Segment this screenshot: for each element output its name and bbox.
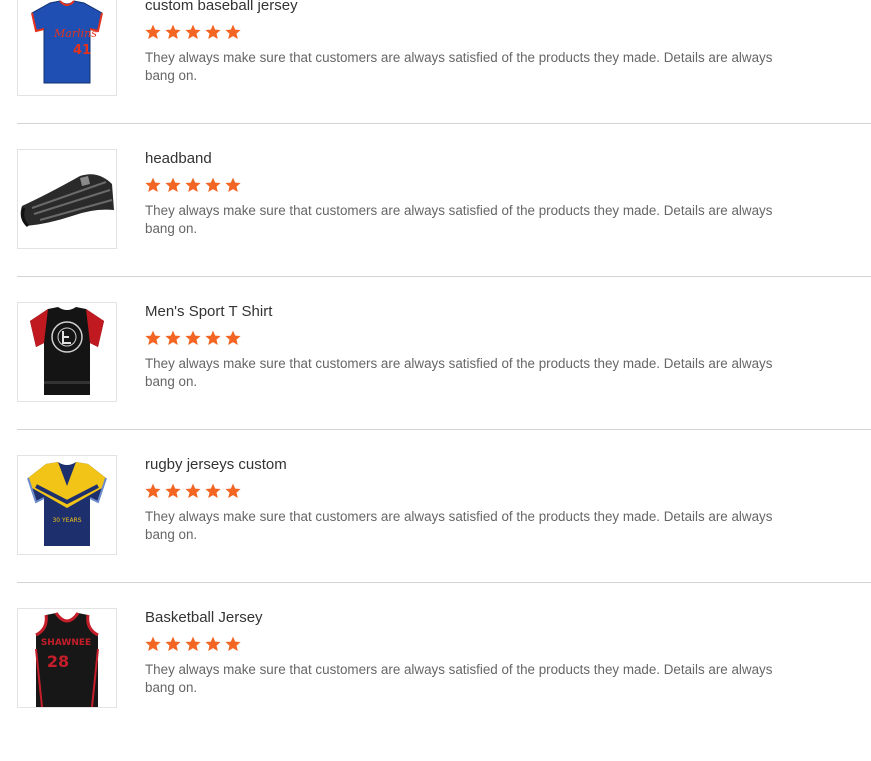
baseball-jersey-image[interactable]: Marlins 41 xyxy=(17,0,117,96)
star-icon xyxy=(145,24,161,39)
star-icon xyxy=(145,483,161,498)
review-item: headband They always make sure that cust… xyxy=(0,149,871,302)
jersey-script-text: Marlins xyxy=(53,27,97,40)
jersey-script-text: SHAWNEE xyxy=(41,638,91,648)
star-icon xyxy=(145,636,161,651)
star-icon xyxy=(145,177,161,192)
review-item: 30 YEARS rugby jerseys custom They alway… xyxy=(0,455,871,608)
star-rating xyxy=(145,330,245,348)
star-icon xyxy=(205,24,221,39)
jersey-number-text: 28 xyxy=(47,652,69,671)
star-icon xyxy=(145,330,161,345)
star-icon xyxy=(185,330,201,345)
product-name[interactable]: headband xyxy=(145,150,212,167)
product-name[interactable]: custom baseball jersey xyxy=(145,0,298,14)
star-icon xyxy=(165,330,181,345)
star-icon xyxy=(205,330,221,345)
star-icon xyxy=(165,24,181,39)
star-icon xyxy=(225,636,241,651)
star-icon xyxy=(165,636,181,651)
review-text: They always make sure that customers are… xyxy=(145,662,773,695)
star-icon xyxy=(185,177,201,192)
star-rating xyxy=(145,24,245,42)
star-icon xyxy=(185,636,201,651)
jersey-years-text: 30 YEARS xyxy=(52,517,81,524)
divider xyxy=(17,123,871,124)
divider xyxy=(17,582,871,583)
review-item: Marlins 41 custom baseball jersey They a… xyxy=(0,0,871,149)
divider xyxy=(17,276,871,277)
review-item: SHAWNEE 28 Basketball Jersey They always… xyxy=(0,608,871,761)
basketball-jersey-image[interactable]: SHAWNEE 28 xyxy=(17,608,117,708)
star-icon xyxy=(165,177,181,192)
star-icon xyxy=(225,330,241,345)
review-text: They always make sure that customers are… xyxy=(145,509,773,542)
star-icon xyxy=(185,24,201,39)
review-text: They always make sure that customers are… xyxy=(145,356,773,389)
product-name[interactable]: rugby jerseys custom xyxy=(145,456,287,473)
product-name[interactable]: Basketball Jersey xyxy=(145,609,263,626)
divider xyxy=(17,429,871,430)
rugby-jersey-image[interactable]: 30 YEARS xyxy=(17,455,117,555)
sport-t-shirt-image[interactable] xyxy=(17,302,117,402)
jersey-number-text: 41 xyxy=(73,43,91,58)
star-icon xyxy=(205,483,221,498)
review-item: Men's Sport T Shirt They always make sur… xyxy=(0,302,871,455)
review-text: They always make sure that customers are… xyxy=(145,50,773,83)
product-name[interactable]: Men's Sport T Shirt xyxy=(145,303,272,320)
star-icon xyxy=(205,636,221,651)
star-icon xyxy=(225,177,241,192)
star-rating xyxy=(145,177,245,195)
headband-image[interactable] xyxy=(17,149,117,249)
star-icon xyxy=(225,24,241,39)
star-rating xyxy=(145,483,245,501)
review-text: They always make sure that customers are… xyxy=(145,203,773,236)
star-icon xyxy=(165,483,181,498)
star-icon xyxy=(185,483,201,498)
star-rating xyxy=(145,636,245,654)
star-icon xyxy=(225,483,241,498)
star-icon xyxy=(205,177,221,192)
